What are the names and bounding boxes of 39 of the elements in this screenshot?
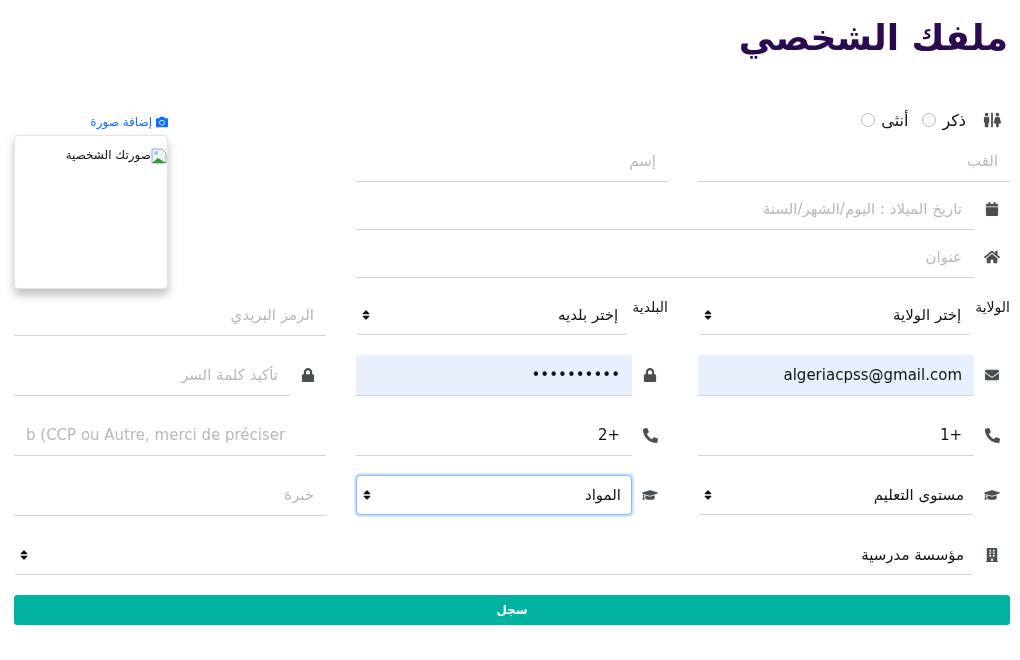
radio-label: ذكر [942, 110, 966, 130]
camera-icon [156, 116, 168, 128]
broken-image-icon [151, 148, 167, 164]
envelope-icon [985, 368, 999, 382]
text-field[interactable]: +2 [356, 414, 632, 456]
people-icon [983, 111, 1001, 129]
sort-icon [18, 548, 30, 561]
building-icon [985, 548, 999, 562]
graduation-cap-icon [984, 487, 1000, 503]
text-field[interactable]: خبرة [14, 474, 326, 516]
text-field[interactable]: algeriacpss@gmail.com [698, 354, 974, 396]
radio-button[interactable] [922, 113, 937, 127]
radio-label: أنثى [881, 110, 909, 130]
phone-icon [642, 427, 658, 443]
lock-icon [301, 368, 315, 382]
radio-button[interactable] [861, 113, 876, 127]
text-field[interactable]: +1 [698, 414, 974, 456]
graduation-cap-icon [642, 487, 658, 503]
field-label: البلدية [631, 299, 668, 315]
page-title: ملفك الشخصي [737, 16, 1008, 61]
text-field[interactable]: عنوان [356, 236, 974, 278]
sort-icon [360, 308, 372, 321]
field-label: الولاية [974, 299, 1010, 315]
sort-icon [702, 308, 714, 321]
sort-icon [702, 488, 714, 501]
photo-alt-text: صورتك الشخصية [65, 148, 151, 162]
phone-icon [984, 427, 1000, 443]
sort-icon [361, 489, 373, 501]
home-icon [984, 249, 1000, 265]
text-field[interactable]: الرمز البريدي [14, 294, 326, 336]
lock-icon [643, 368, 657, 382]
text-field[interactable]: إسم [356, 140, 668, 182]
text-field[interactable]: •••••••••• [356, 354, 632, 396]
text-field[interactable]: تاريخ الميلاد : اليوم/الشهر/السنة [356, 188, 974, 230]
select-field[interactable]: المواد [356, 475, 632, 515]
text-field[interactable]: القب [698, 140, 1010, 182]
text-field[interactable]: b (CCP ou Autre, merci de préciser [14, 414, 326, 456]
add-photo-link[interactable]: إضافة صورة [90, 113, 168, 131]
calendar-icon [985, 202, 999, 216]
